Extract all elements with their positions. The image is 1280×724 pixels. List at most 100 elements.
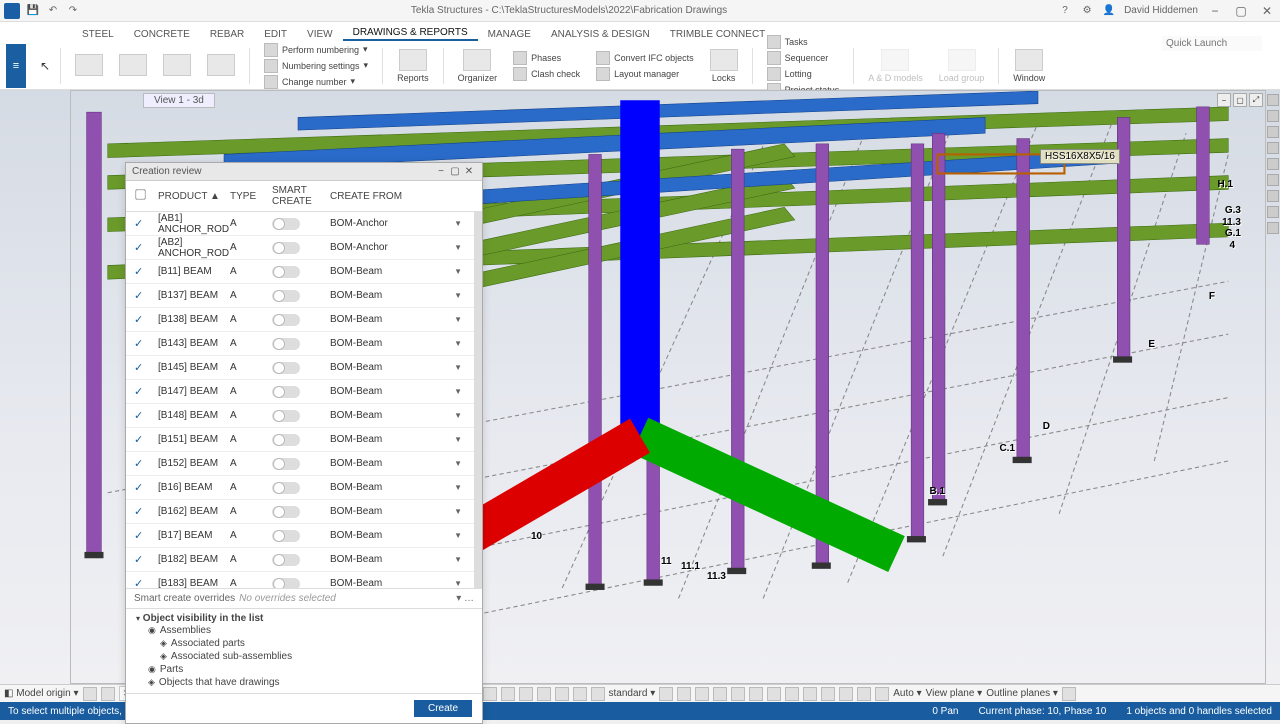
tab-analysis-design[interactable]: ANALYSIS & DESIGN <box>541 27 660 41</box>
row-smart-toggle[interactable] <box>272 386 330 398</box>
viewport-max-button[interactable]: ⤢ <box>1249 93 1263 107</box>
row-smart-toggle[interactable] <box>272 482 330 494</box>
panel-close-button[interactable]: ✕ <box>462 165 476 179</box>
side-tool-2[interactable] <box>1267 110 1279 122</box>
tab-edit[interactable]: EDIT <box>254 27 297 41</box>
bt-tool-af[interactable] <box>857 687 871 701</box>
row-create-from-dropdown[interactable]: BOM-Anchor▼ <box>330 218 466 229</box>
row-smart-toggle[interactable] <box>272 578 330 589</box>
row-smart-toggle[interactable] <box>272 242 330 254</box>
row-check-icon[interactable]: ✓ <box>134 289 158 302</box>
bt-tool-o[interactable] <box>501 687 515 701</box>
convert-ifc-button[interactable]: Convert IFC objects <box>596 51 694 65</box>
locks-button[interactable]: Locks <box>704 44 744 88</box>
row-create-from-dropdown[interactable]: BOM-Beam▼ <box>330 434 466 445</box>
table-row[interactable]: ✓[B182] BEAMABOM-Beam▼ <box>126 548 474 572</box>
minimize-button[interactable]: − <box>1206 4 1224 18</box>
create-button[interactable]: Create <box>414 700 472 717</box>
header-create-from[interactable]: CREATE FROM <box>330 191 474 202</box>
clash-check-button[interactable]: Clash check <box>513 67 580 81</box>
save-icon[interactable]: 💾 <box>26 4 40 18</box>
pointer-icon[interactable]: ↖ <box>38 59 52 73</box>
row-check-icon[interactable]: ✓ <box>134 433 158 446</box>
bt-tool-w[interactable] <box>695 687 709 701</box>
side-tool-6[interactable] <box>1267 174 1279 186</box>
row-create-from-dropdown[interactable]: BOM-Beam▼ <box>330 290 466 301</box>
row-create-from-dropdown[interactable]: BOM-Beam▼ <box>330 362 466 373</box>
tab-steel[interactable]: STEEL <box>72 27 124 41</box>
table-row[interactable]: ✓[B138] BEAMABOM-Beam▼ <box>126 308 474 332</box>
create-drawings-button[interactable] <box>113 44 153 88</box>
side-tool-7[interactable] <box>1267 190 1279 202</box>
row-create-from-dropdown[interactable]: BOM-Beam▼ <box>330 482 466 493</box>
side-tool-1[interactable] <box>1267 94 1279 106</box>
row-check-icon[interactable]: ✓ <box>134 457 158 470</box>
bt-tool-end[interactable] <box>1062 687 1076 701</box>
row-check-icon[interactable]: ✓ <box>134 313 158 326</box>
row-create-from-dropdown[interactable]: BOM-Beam▼ <box>330 314 466 325</box>
reports-button[interactable]: Reports <box>391 44 435 88</box>
vis-drawings[interactable]: ◈Objects that have drawings <box>148 676 472 689</box>
help-icon[interactable]: ? <box>1058 4 1072 18</box>
tab-concrete[interactable]: CONCRETE <box>124 27 200 41</box>
bt-tool-y[interactable] <box>731 687 745 701</box>
bt-tool-v[interactable] <box>677 687 691 701</box>
bt-tool-q[interactable] <box>537 687 551 701</box>
panel-rows[interactable]: ✓[AB1] ANCHOR_RODABOM-Anchor▼✓[AB2] ANCH… <box>126 212 482 588</box>
selector-auto[interactable]: Auto ▾ <box>893 688 921 699</box>
table-row[interactable]: ✓[B152] BEAMABOM-Beam▼ <box>126 452 474 476</box>
row-check-icon[interactable]: ✓ <box>134 529 158 542</box>
side-tool-4[interactable] <box>1267 142 1279 154</box>
table-row[interactable]: ✓[B17] BEAMABOM-Beam▼ <box>126 524 474 548</box>
bt-tool-ae[interactable] <box>839 687 853 701</box>
load-group-button[interactable]: Load group <box>933 44 991 88</box>
ad-models-button[interactable]: A & D models <box>862 44 929 88</box>
bt-tool-ad[interactable] <box>821 687 835 701</box>
row-smart-toggle[interactable] <box>272 338 330 350</box>
table-row[interactable]: ✓[AB2] ANCHOR_RODABOM-Anchor▼ <box>126 236 474 260</box>
row-create-from-dropdown[interactable]: BOM-Beam▼ <box>330 266 466 277</box>
tab-manage[interactable]: MANAGE <box>478 27 541 41</box>
panel-min-button[interactable]: − <box>434 165 448 179</box>
drawing-list-button[interactable] <box>69 44 109 88</box>
header-product[interactable]: PRODUCT ▲ <box>158 191 230 202</box>
bt-icon-2[interactable] <box>101 687 115 701</box>
row-smart-toggle[interactable] <box>272 362 330 374</box>
bt-icon-1[interactable] <box>83 687 97 701</box>
undo-icon[interactable]: ↶ <box>46 4 60 18</box>
vis-assoc-sub[interactable]: ◈Associated sub-assemblies <box>160 650 472 663</box>
select-all-checkbox[interactable] <box>134 188 158 204</box>
row-smart-toggle[interactable] <box>272 410 330 422</box>
side-tool-9[interactable] <box>1267 222 1279 234</box>
table-row[interactable]: ✓[AB1] ANCHOR_RODABOM-Anchor▼ <box>126 212 474 236</box>
table-row[interactable]: ✓[B148] BEAMABOM-Beam▼ <box>126 404 474 428</box>
row-create-from-dropdown[interactable]: BOM-Beam▼ <box>330 554 466 565</box>
row-check-icon[interactable]: ✓ <box>134 409 158 422</box>
bt-tool-ac[interactable] <box>803 687 817 701</box>
row-create-from-dropdown[interactable]: BOM-Beam▼ <box>330 386 466 397</box>
row-check-icon[interactable]: ✓ <box>134 337 158 350</box>
bt-tool-z[interactable] <box>749 687 763 701</box>
override-dropdown-icon[interactable]: ▾ … <box>444 593 474 604</box>
row-smart-toggle[interactable] <box>272 290 330 302</box>
row-create-from-dropdown[interactable]: BOM-Beam▼ <box>330 338 466 349</box>
maximize-button[interactable]: ▢ <box>1232 4 1250 18</box>
document-manager-button[interactable] <box>157 44 197 88</box>
selector-view-plane[interactable]: View plane ▾ <box>926 688 983 699</box>
row-check-icon[interactable]: ✓ <box>134 385 158 398</box>
print-button[interactable] <box>201 44 241 88</box>
bt-tool-aa[interactable] <box>767 687 781 701</box>
row-create-from-dropdown[interactable]: BOM-Beam▼ <box>330 506 466 517</box>
row-check-icon[interactable]: ✓ <box>134 505 158 518</box>
row-check-icon[interactable]: ✓ <box>134 481 158 494</box>
settings-icon[interactable]: ⚙ <box>1080 4 1094 18</box>
tasks-button[interactable]: Tasks <box>767 35 808 49</box>
vis-assemblies[interactable]: ◉Assemblies <box>148 624 472 637</box>
lotting-button[interactable]: Lotting <box>767 67 812 81</box>
row-smart-toggle[interactable] <box>272 458 330 470</box>
table-row[interactable]: ✓[B16] BEAMABOM-Beam▼ <box>126 476 474 500</box>
tab-drawings-reports[interactable]: DRAWINGS & REPORTS <box>343 25 478 41</box>
bt-tool-ab[interactable] <box>785 687 799 701</box>
bt-tool-s[interactable] <box>573 687 587 701</box>
header-smart-create[interactable]: SMART CREATE <box>272 185 330 207</box>
